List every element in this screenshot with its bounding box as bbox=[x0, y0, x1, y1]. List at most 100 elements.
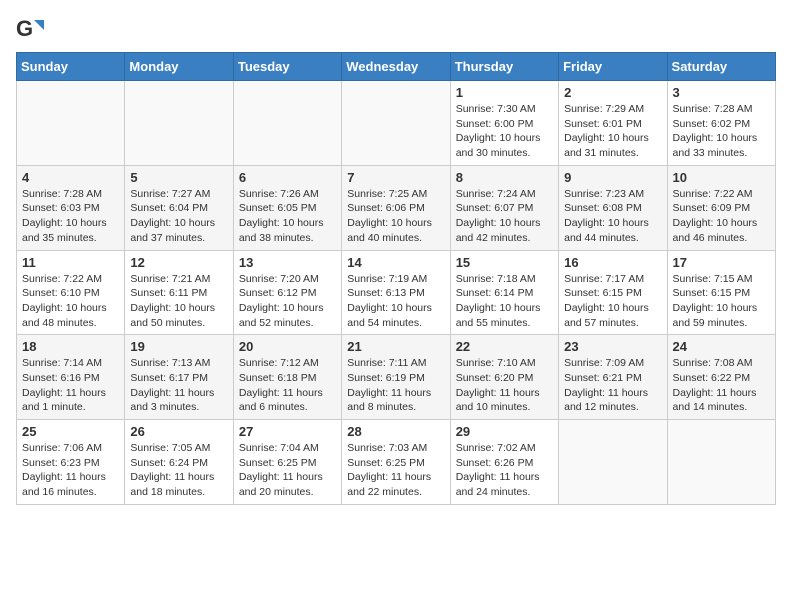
day-info: Sunrise: 7:20 AM Sunset: 6:12 PM Dayligh… bbox=[239, 272, 336, 331]
calendar-cell: 7 Sunrise: 7:25 AM Sunset: 6:06 PM Daylig… bbox=[342, 165, 450, 250]
calendar-cell: 17 Sunrise: 7:15 AM Sunset: 6:15 PM Dayli… bbox=[667, 250, 775, 335]
calendar-cell: 11 Sunrise: 7:22 AM Sunset: 6:10 PM Dayli… bbox=[17, 250, 125, 335]
day-number: 22 bbox=[456, 339, 553, 354]
day-number: 13 bbox=[239, 255, 336, 270]
calendar-cell: 8Sunrise: 7:24 AM Sunset: 6:07 PM Daylig… bbox=[450, 165, 558, 250]
day-number: 14 bbox=[347, 255, 444, 270]
calendar-cell bbox=[125, 81, 233, 166]
day-number: 11 bbox=[22, 255, 119, 270]
day-number: 2 bbox=[564, 85, 661, 100]
calendar-cell: 19 Sunrise: 7:13 AM Sunset: 6:17 PM Dayli… bbox=[125, 335, 233, 420]
calendar-cell: 27 Sunrise: 7:04 AM Sunset: 6:25 PM Dayli… bbox=[233, 420, 341, 505]
day-info: Sunrise: 7:26 AM Sunset: 6:05 PM Dayligh… bbox=[239, 187, 336, 246]
calendar-cell: 15 Sunrise: 7:18 AM Sunset: 6:14 PM Dayli… bbox=[450, 250, 558, 335]
day-info: Sunrise: 7:06 AM Sunset: 6:23 PM Dayligh… bbox=[22, 441, 119, 500]
day-number: 6 bbox=[239, 170, 336, 185]
calendar-cell: 25 Sunrise: 7:06 AM Sunset: 6:23 PM Dayli… bbox=[17, 420, 125, 505]
day-number: 28 bbox=[347, 424, 444, 439]
calendar-cell: 5Sunrise: 7:27 AM Sunset: 6:04 PM Daylig… bbox=[125, 165, 233, 250]
svg-text:G: G bbox=[16, 16, 33, 41]
day-number: 1 bbox=[456, 85, 553, 100]
day-number: 23 bbox=[564, 339, 661, 354]
logo: G bbox=[16, 16, 46, 44]
day-info: Sunrise: 7:29 AM Sunset: 6:01 PM Dayligh… bbox=[564, 102, 661, 161]
day-number: 8 bbox=[456, 170, 553, 185]
day-info: Sunrise: 7:08 AM Sunset: 6:22 PM Dayligh… bbox=[673, 356, 770, 415]
day-info: Sunrise: 7:22 AM Sunset: 6:09 PM Dayligh… bbox=[673, 187, 770, 246]
day-number: 20 bbox=[239, 339, 336, 354]
day-info: Sunrise: 7:21 AM Sunset: 6:11 PM Dayligh… bbox=[130, 272, 227, 331]
calendar-cell: 4Sunrise: 7:28 AM Sunset: 6:03 PM Daylig… bbox=[17, 165, 125, 250]
calendar-cell: 16 Sunrise: 7:17 AM Sunset: 6:15 PM Dayli… bbox=[559, 250, 667, 335]
weekday-header-row: SundayMondayTuesdayWednesdayThursdayFrid… bbox=[17, 53, 776, 81]
weekday-header-sunday: Sunday bbox=[17, 53, 125, 81]
calendar-week-5: 25 Sunrise: 7:06 AM Sunset: 6:23 PM Dayli… bbox=[17, 420, 776, 505]
day-number: 21 bbox=[347, 339, 444, 354]
day-info: Sunrise: 7:19 AM Sunset: 6:13 PM Dayligh… bbox=[347, 272, 444, 331]
calendar-cell bbox=[342, 81, 450, 166]
day-number: 15 bbox=[456, 255, 553, 270]
day-number: 29 bbox=[456, 424, 553, 439]
day-number: 19 bbox=[130, 339, 227, 354]
day-number: 16 bbox=[564, 255, 661, 270]
calendar-cell: 6 Sunrise: 7:26 AM Sunset: 6:05 PM Daylig… bbox=[233, 165, 341, 250]
day-info: Sunrise: 7:23 AM Sunset: 6:08 PM Dayligh… bbox=[564, 187, 661, 246]
day-number: 25 bbox=[22, 424, 119, 439]
weekday-header-thursday: Thursday bbox=[450, 53, 558, 81]
calendar-cell: 24 Sunrise: 7:08 AM Sunset: 6:22 PM Dayli… bbox=[667, 335, 775, 420]
calendar-week-4: 18 Sunrise: 7:14 AM Sunset: 6:16 PM Dayli… bbox=[17, 335, 776, 420]
day-info: Sunrise: 7:04 AM Sunset: 6:25 PM Dayligh… bbox=[239, 441, 336, 500]
day-number: 7 bbox=[347, 170, 444, 185]
day-number: 24 bbox=[673, 339, 770, 354]
day-info: Sunrise: 7:13 AM Sunset: 6:17 PM Dayligh… bbox=[130, 356, 227, 415]
day-info: Sunrise: 7:22 AM Sunset: 6:10 PM Dayligh… bbox=[22, 272, 119, 331]
calendar-cell: 14 Sunrise: 7:19 AM Sunset: 6:13 PM Dayli… bbox=[342, 250, 450, 335]
weekday-header-wednesday: Wednesday bbox=[342, 53, 450, 81]
calendar-cell: 22 Sunrise: 7:10 AM Sunset: 6:20 PM Dayli… bbox=[450, 335, 558, 420]
day-number: 10 bbox=[673, 170, 770, 185]
day-info: Sunrise: 7:12 AM Sunset: 6:18 PM Dayligh… bbox=[239, 356, 336, 415]
calendar-week-1: 1 Sunrise: 7:30 AM Sunset: 6:00 PM Daylig… bbox=[17, 81, 776, 166]
calendar-cell: 9 Sunrise: 7:23 AM Sunset: 6:08 PM Daylig… bbox=[559, 165, 667, 250]
day-info: Sunrise: 7:25 AM Sunset: 6:06 PM Dayligh… bbox=[347, 187, 444, 246]
day-info: Sunrise: 7:03 AM Sunset: 6:25 PM Dayligh… bbox=[347, 441, 444, 500]
day-number: 27 bbox=[239, 424, 336, 439]
day-number: 3 bbox=[673, 85, 770, 100]
day-info: Sunrise: 7:14 AM Sunset: 6:16 PM Dayligh… bbox=[22, 356, 119, 415]
calendar-cell: 26 Sunrise: 7:05 AM Sunset: 6:24 PM Dayli… bbox=[125, 420, 233, 505]
calendar-cell: 21Sunrise: 7:11 AM Sunset: 6:19 PM Dayli… bbox=[342, 335, 450, 420]
calendar-cell: 1 Sunrise: 7:30 AM Sunset: 6:00 PM Daylig… bbox=[450, 81, 558, 166]
calendar-body: 1 Sunrise: 7:30 AM Sunset: 6:00 PM Daylig… bbox=[17, 81, 776, 505]
calendar-cell bbox=[559, 420, 667, 505]
day-number: 4 bbox=[22, 170, 119, 185]
day-info: Sunrise: 7:15 AM Sunset: 6:15 PM Dayligh… bbox=[673, 272, 770, 331]
calendar-cell: 20 Sunrise: 7:12 AM Sunset: 6:18 PM Dayli… bbox=[233, 335, 341, 420]
day-number: 17 bbox=[673, 255, 770, 270]
day-info: Sunrise: 7:05 AM Sunset: 6:24 PM Dayligh… bbox=[130, 441, 227, 500]
day-number: 18 bbox=[22, 339, 119, 354]
day-info: Sunrise: 7:30 AM Sunset: 6:00 PM Dayligh… bbox=[456, 102, 553, 161]
calendar-cell: 23 Sunrise: 7:09 AM Sunset: 6:21 PM Dayli… bbox=[559, 335, 667, 420]
calendar-cell bbox=[667, 420, 775, 505]
day-info: Sunrise: 7:02 AM Sunset: 6:26 PM Dayligh… bbox=[456, 441, 553, 500]
day-info: Sunrise: 7:17 AM Sunset: 6:15 PM Dayligh… bbox=[564, 272, 661, 331]
day-info: Sunrise: 7:28 AM Sunset: 6:02 PM Dayligh… bbox=[673, 102, 770, 161]
calendar-week-2: 4Sunrise: 7:28 AM Sunset: 6:03 PM Daylig… bbox=[17, 165, 776, 250]
page-header: G bbox=[16, 16, 776, 44]
calendar-cell bbox=[17, 81, 125, 166]
calendar-table: SundayMondayTuesdayWednesdayThursdayFrid… bbox=[16, 52, 776, 505]
day-info: Sunrise: 7:10 AM Sunset: 6:20 PM Dayligh… bbox=[456, 356, 553, 415]
day-number: 26 bbox=[130, 424, 227, 439]
calendar-cell: 29 Sunrise: 7:02 AM Sunset: 6:26 PM Dayli… bbox=[450, 420, 558, 505]
day-info: Sunrise: 7:09 AM Sunset: 6:21 PM Dayligh… bbox=[564, 356, 661, 415]
calendar-cell: 13 Sunrise: 7:20 AM Sunset: 6:12 PM Dayli… bbox=[233, 250, 341, 335]
day-number: 9 bbox=[564, 170, 661, 185]
calendar-cell: 2 Sunrise: 7:29 AM Sunset: 6:01 PM Daylig… bbox=[559, 81, 667, 166]
calendar-cell bbox=[233, 81, 341, 166]
calendar-cell: 12Sunrise: 7:21 AM Sunset: 6:11 PM Dayli… bbox=[125, 250, 233, 335]
calendar-cell: 28 Sunrise: 7:03 AM Sunset: 6:25 PM Dayli… bbox=[342, 420, 450, 505]
calendar-week-3: 11 Sunrise: 7:22 AM Sunset: 6:10 PM Dayli… bbox=[17, 250, 776, 335]
weekday-header-saturday: Saturday bbox=[667, 53, 775, 81]
day-info: Sunrise: 7:18 AM Sunset: 6:14 PM Dayligh… bbox=[456, 272, 553, 331]
weekday-header-friday: Friday bbox=[559, 53, 667, 81]
